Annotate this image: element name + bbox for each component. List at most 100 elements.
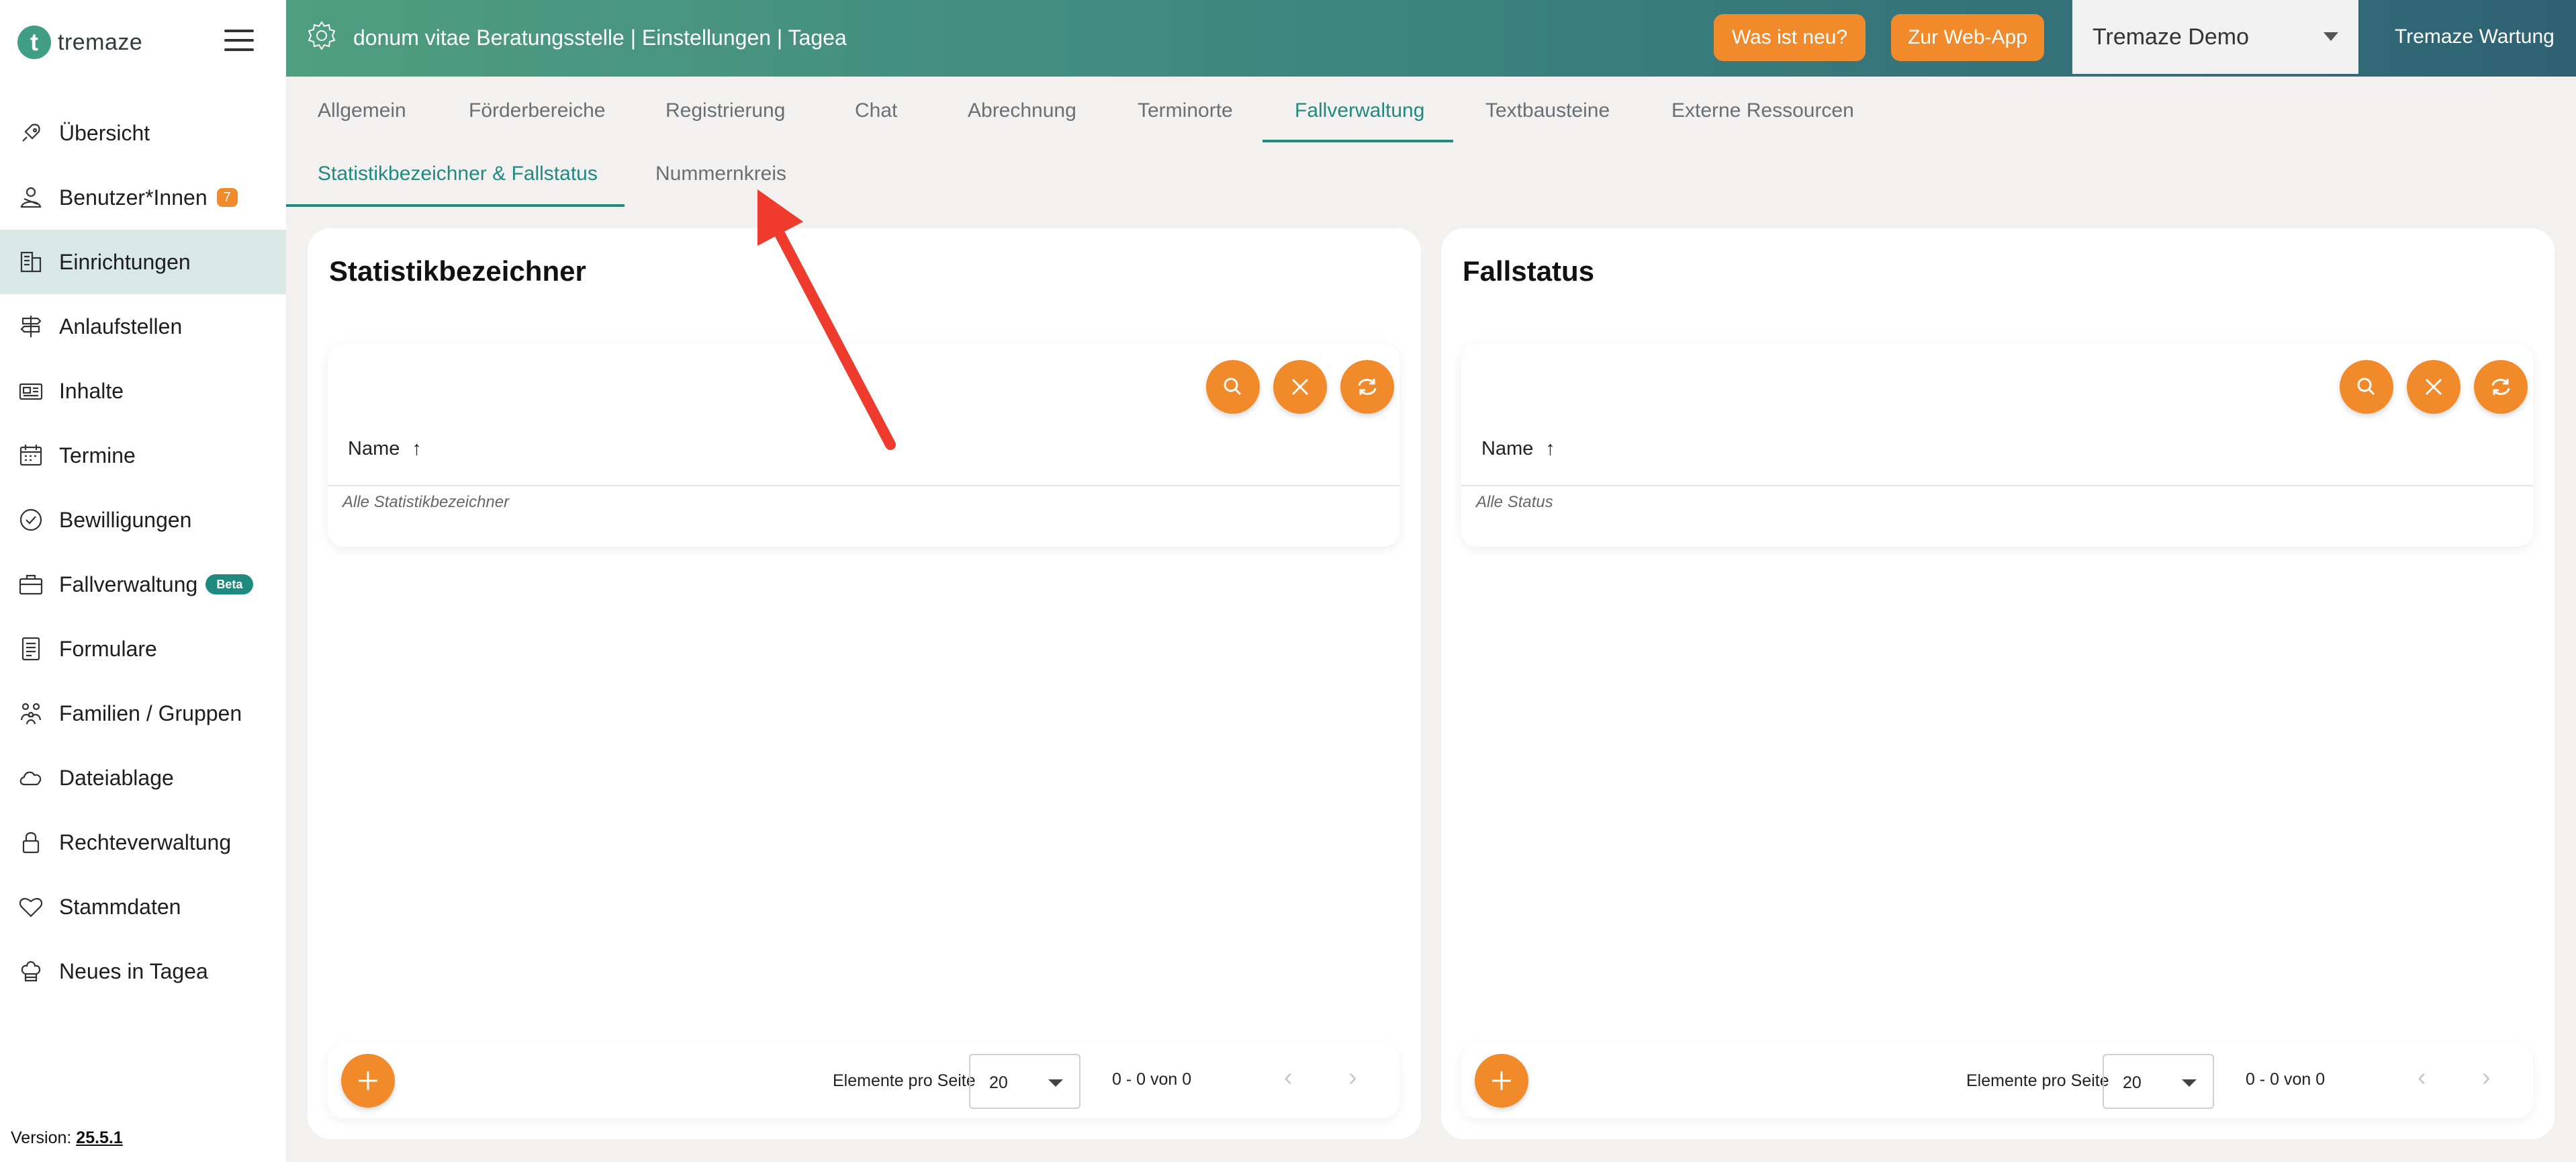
menu-toggle-icon[interactable] <box>224 30 254 54</box>
whats-new-button[interactable]: Was ist neu? <box>1714 14 1866 61</box>
card-title: Statistikbezeichner <box>329 255 586 287</box>
gear-icon <box>305 19 338 52</box>
sidebar-item-fallverwaltung[interactable]: Fallverwaltung Beta <box>0 552 286 617</box>
top-bar: donum vitae Beratungsstelle | Einstellun… <box>286 0 2576 77</box>
clear-filter-button[interactable] <box>1273 360 1327 414</box>
header-divider <box>328 485 1399 486</box>
maintenance-link[interactable]: Tremaze Wartung <box>2395 26 2555 48</box>
column-header-label: Name <box>348 438 400 459</box>
chevron-down-icon <box>1048 1079 1063 1087</box>
sidebar-item-label: Formulare <box>59 636 157 661</box>
content-icon <box>16 376 46 406</box>
beta-badge: Beta <box>205 574 254 594</box>
previous-page-button[interactable]: ‹ <box>1284 1065 1293 1090</box>
building-icon <box>16 247 46 277</box>
sidebar-item-label: Übersicht <box>59 120 150 145</box>
add-button[interactable] <box>1475 1054 1528 1108</box>
page-range: 0 - 0 von 0 <box>1112 1070 1192 1089</box>
page-title: donum vitae Beratungsstelle | Einstellun… <box>353 26 847 50</box>
calendar-icon <box>16 441 46 470</box>
logo-text: tremaze <box>58 29 143 55</box>
plus-icon <box>1492 1071 1511 1090</box>
sidebar-item-stammdaten[interactable]: Stammdaten <box>0 875 286 939</box>
close-icon <box>1291 378 1309 396</box>
tab-registrierung[interactable]: Registrierung <box>665 99 785 122</box>
sidebar-item-label: Inhalte <box>59 378 124 403</box>
tab-externe-ressourcen[interactable]: Externe Ressourcen <box>1671 99 1854 122</box>
sidebar-item-label: Fallverwaltung <box>59 572 198 596</box>
search-button[interactable] <box>1206 360 1260 414</box>
sidebar-item-anlaufstellen[interactable]: Anlaufstellen <box>0 294 286 359</box>
sidebar-item-uebersicht[interactable]: Übersicht <box>0 101 286 165</box>
items-per-page-select[interactable]: 20 <box>969 1054 1080 1109</box>
column-header-label: Name <box>1481 438 1534 459</box>
tenant-select-value: Tremaze Demo <box>2092 24 2250 50</box>
sidebar-item-neues[interactable]: Neues in Tagea <box>0 939 286 1003</box>
sidebar-item-inhalte[interactable]: Inhalte <box>0 359 286 423</box>
empty-row-text: Alle Status <box>1476 493 1553 511</box>
tab-abrechnung[interactable]: Abrechnung <box>968 99 1076 122</box>
plus-icon <box>359 1071 377 1090</box>
items-per-page-label: Elemente pro Seite <box>833 1071 976 1090</box>
sidebar-item-termine[interactable]: Termine <box>0 423 286 488</box>
sidebar-item-formulare[interactable]: Formulare <box>0 617 286 681</box>
briefcase-icon <box>16 570 46 599</box>
search-icon <box>2357 377 2375 396</box>
check-circle-icon <box>16 505 46 535</box>
tab-foerderbereiche[interactable]: Förderbereiche <box>469 99 605 122</box>
tab-allgemein[interactable]: Allgemein <box>318 99 406 122</box>
sidebar-item-label: Anlaufstellen <box>59 314 183 339</box>
lock-icon <box>16 828 46 857</box>
sidebar-item-rechteverwaltung[interactable]: Rechteverwaltung <box>0 810 286 875</box>
sidebar-item-dateiablage[interactable]: Dateiablage <box>0 746 286 810</box>
refresh-button[interactable] <box>1340 360 1394 414</box>
items-per-page-label: Elemente pro Seite <box>1966 1071 2109 1090</box>
sidebar-item-label: Bewilligungen <box>59 507 192 532</box>
users-count-badge: 7 <box>216 188 238 207</box>
subtab-nummernkreis[interactable]: Nummernkreis <box>655 163 786 185</box>
family-icon <box>16 699 46 728</box>
sidebar-item-label: Einrichtungen <box>59 249 191 274</box>
close-icon <box>2425 378 2442 396</box>
add-button[interactable] <box>341 1054 395 1108</box>
statistikbezeichner-card: Statistikbezeichner Name ↑ Alle Statisti… <box>308 228 1421 1139</box>
web-app-button[interactable]: Zur Web-App <box>1891 14 2044 61</box>
tenant-select[interactable]: Tremaze Demo <box>2072 0 2358 74</box>
page-range: 0 - 0 von 0 <box>2246 1070 2326 1089</box>
tab-textbausteine[interactable]: Textbausteine <box>1485 99 1610 122</box>
items-per-page-select[interactable]: 20 <box>2103 1054 2214 1109</box>
items-per-page-value: 20 <box>989 1073 1008 1092</box>
subtab-statistik-fallstatus[interactable]: Statistikbezeichner & Fallstatus <box>318 163 598 185</box>
sidebar-item-einrichtungen[interactable]: Einrichtungen <box>0 230 286 294</box>
fallstatus-table: Name ↑ Alle Status <box>1461 344 2533 547</box>
column-header-name[interactable]: Name ↑ <box>348 438 422 460</box>
tab-chat[interactable]: Chat <box>855 99 897 122</box>
sidebar-item-bewilligungen[interactable]: Bewilligungen <box>0 488 286 552</box>
card-title: Fallstatus <box>1463 255 1595 287</box>
sidebar-item-familien[interactable]: Familien / Gruppen <box>0 681 286 746</box>
refresh-icon <box>1358 379 1377 395</box>
fallstatus-card: Fallstatus Name ↑ Alle Status Elemente p… <box>1441 228 2555 1139</box>
column-header-name[interactable]: Name ↑ <box>1481 438 1555 460</box>
logo-mark: t <box>17 26 51 59</box>
sidebar-item-label: Neues in Tagea <box>59 958 208 983</box>
version-number: 25.5.1 <box>76 1128 123 1147</box>
search-button[interactable] <box>2340 360 2393 414</box>
sidebar-item-label: Benutzer*Innen <box>59 185 208 210</box>
next-page-button[interactable]: › <box>1348 1065 1357 1090</box>
app-logo[interactable]: t tremaze <box>17 26 142 59</box>
sidebar-item-label: Dateiablage <box>59 765 174 790</box>
refresh-button[interactable] <box>2474 360 2528 414</box>
clear-filter-button[interactable] <box>2407 360 2460 414</box>
sort-asc-icon: ↑ <box>1545 438 1555 459</box>
previous-page-button[interactable]: ‹ <box>2418 1065 2426 1090</box>
version-label: Version: <box>11 1128 72 1147</box>
next-page-button[interactable]: › <box>2482 1065 2491 1090</box>
sidebar-item-benutzer[interactable]: Benutzer*Innen 7 <box>0 165 286 230</box>
tab-fallverwaltung[interactable]: Fallverwaltung <box>1295 99 1424 122</box>
version-info[interactable]: Version: 25.5.1 <box>11 1128 123 1148</box>
tab-terminorte[interactable]: Terminorte <box>1138 99 1233 122</box>
sort-asc-icon: ↑ <box>412 438 422 459</box>
chef-hat-icon <box>16 956 46 986</box>
statistikbezeichner-table: Name ↑ Alle Statistikbezeichner <box>328 344 1399 547</box>
